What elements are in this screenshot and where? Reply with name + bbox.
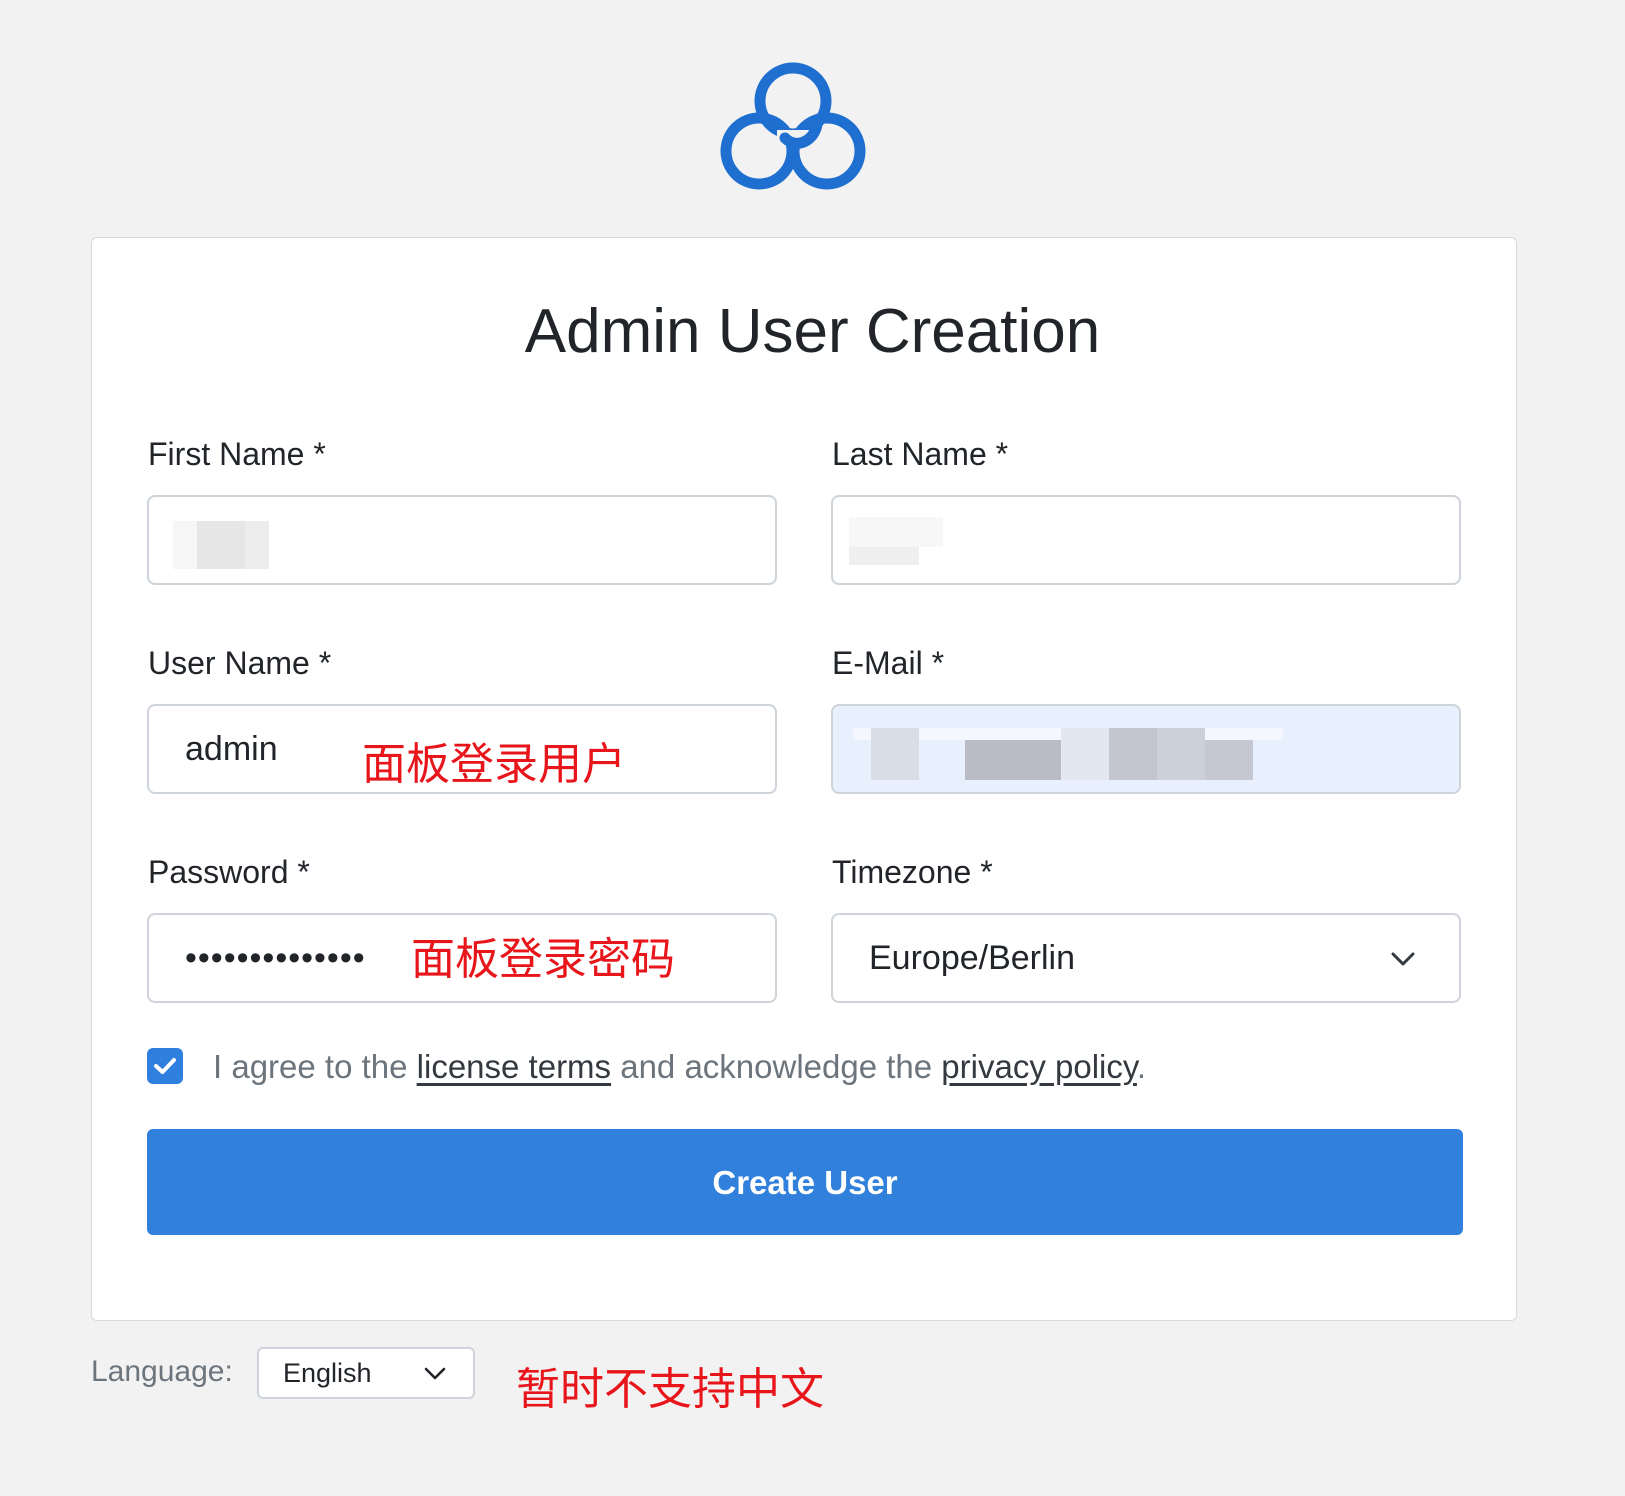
timezone-label: Timezone *	[832, 854, 993, 890]
password-value: ••••••••••••••	[185, 939, 366, 977]
redacted-block	[245, 521, 269, 569]
chevron-down-icon	[1391, 952, 1415, 966]
redacted-block	[1061, 728, 1109, 780]
redacted-block	[1205, 740, 1253, 780]
redacted-block	[197, 521, 245, 569]
agree-text-before: I agree to the	[213, 1048, 408, 1085]
language-select[interactable]: English	[257, 1347, 475, 1399]
password-annotation: 面板登录密码	[411, 934, 675, 985]
last-name-label: Last Name *	[832, 436, 1009, 472]
first-name-input[interactable]	[147, 495, 777, 585]
redacted-block	[1157, 728, 1205, 780]
redacted-block	[965, 740, 1061, 780]
redacted-block	[1109, 728, 1157, 780]
email-input[interactable]	[831, 704, 1461, 794]
redacted-block	[173, 521, 197, 569]
create-user-button[interactable]: Create User	[147, 1129, 1463, 1235]
checkmark-icon	[154, 1058, 176, 1074]
cloud-logo-icon	[720, 62, 866, 190]
first-name-label: First Name *	[148, 436, 326, 472]
license-terms-link[interactable]: license terms	[417, 1048, 611, 1085]
email-label: E-Mail *	[832, 645, 945, 681]
privacy-policy-link[interactable]: privacy policy	[941, 1048, 1137, 1085]
redacted-block	[849, 547, 919, 565]
user-name-value: admin	[185, 730, 278, 768]
timezone-select[interactable]: Europe/Berlin	[831, 913, 1461, 1003]
agree-text: I agree to the license terms and acknowl…	[213, 1045, 1146, 1089]
timezone-value: Europe/Berlin	[869, 939, 1076, 977]
redacted-block	[871, 728, 919, 780]
user-name-annotation: 面板登录用户	[362, 739, 626, 790]
password-label: Password *	[148, 854, 310, 890]
language-value: English	[283, 1358, 372, 1388]
chevron-down-icon	[424, 1367, 446, 1380]
user-name-label: User Name *	[148, 645, 332, 681]
language-annotation: 暂时不支持中文	[516, 1364, 824, 1415]
agree-text-after: .	[1136, 1048, 1147, 1085]
last-name-input[interactable]	[831, 495, 1461, 585]
page-title: Admin User Creation	[524, 297, 1101, 366]
redacted-block	[849, 517, 943, 547]
language-label: Language:	[91, 1355, 233, 1388]
agree-checkbox[interactable]	[147, 1048, 183, 1084]
agree-text-middle: and acknowledge the	[620, 1048, 933, 1085]
